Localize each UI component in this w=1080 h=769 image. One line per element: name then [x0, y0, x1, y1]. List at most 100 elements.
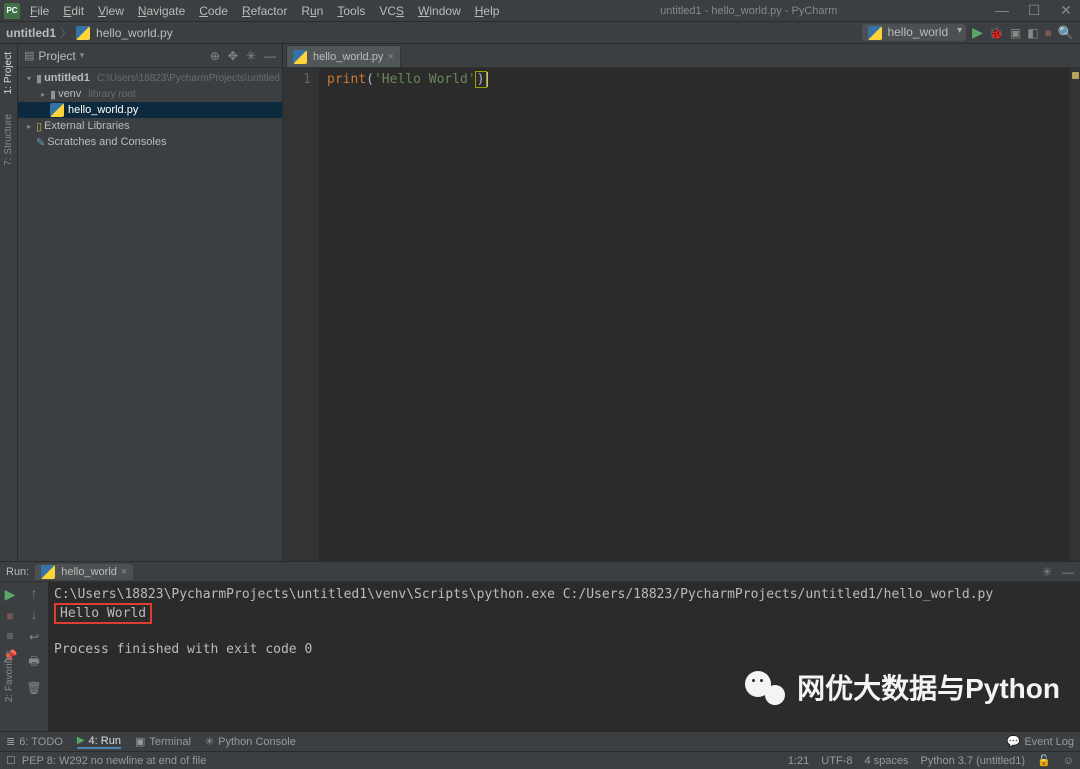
minimize-button[interactable]: —: [992, 2, 1012, 19]
hide-panel-icon[interactable]: —: [264, 49, 276, 63]
up-icon[interactable]: ↑: [31, 586, 37, 600]
tree-file-name: hello_world.py: [68, 104, 138, 116]
menu-help[interactable]: Help: [469, 2, 506, 20]
expand-arrow-icon[interactable]: ▸: [24, 122, 34, 131]
code-area[interactable]: print('Hello World'): [319, 68, 1070, 561]
menu-file[interactable]: File: [24, 2, 55, 20]
run-settings-icon[interactable]: ✳: [1042, 565, 1052, 579]
menu-view[interactable]: View: [92, 2, 130, 20]
tab-python-console[interactable]: ✳Python Console: [205, 735, 296, 749]
event-log-icon: 💬: [1007, 735, 1021, 748]
settings-icon[interactable]: ✳: [246, 49, 256, 63]
tree-scratches-label: Scratches and Consoles: [47, 136, 166, 148]
indent-setting[interactable]: 4 spaces: [864, 755, 908, 767]
menu-edit[interactable]: Edit: [57, 2, 90, 20]
status-message: PEP 8: W292 no newline at end of file: [22, 755, 206, 767]
tab-structure-vertical[interactable]: 7: Structure: [3, 114, 14, 166]
expand-all-icon[interactable]: ✥: [228, 49, 238, 63]
soft-wrap-icon[interactable]: ↩: [29, 630, 39, 644]
readonly-lock-icon[interactable]: 🔓: [1037, 754, 1051, 767]
run-config-name: hello_world: [887, 25, 948, 39]
library-icon: ▯: [36, 120, 42, 133]
project-panel-title: Project: [38, 49, 75, 63]
tree-venv-hint: library root: [88, 89, 135, 100]
run-button[interactable]: ▶: [972, 24, 983, 41]
tab-run[interactable]: ▶4: Run: [77, 735, 121, 749]
run-tool-window: Run: hello_world × ✳ — ▶ ■ ≡ 📌 ↑ ↓: [0, 561, 1080, 731]
hector-icon[interactable]: ☺: [1063, 755, 1074, 767]
expand-arrow-icon[interactable]: ▾: [24, 74, 34, 83]
text-cursor: [487, 72, 488, 87]
locate-icon[interactable]: ⊕: [210, 49, 220, 63]
run-coverage-button[interactable]: ▣: [1010, 26, 1021, 40]
status-icon[interactable]: ☐: [6, 754, 16, 767]
menu-run[interactable]: Run: [295, 2, 329, 20]
console-output: Hello World: [60, 606, 146, 621]
tab-todo[interactable]: ≣ 6: TODO: [6, 735, 63, 749]
breadcrumb: untitled1 〉 hello_world.py: [6, 24, 173, 41]
run-tab[interactable]: hello_world ×: [35, 564, 133, 580]
breadcrumb-project[interactable]: untitled1: [6, 26, 56, 40]
title-bar: PC File Edit View Navigate Code Refactor…: [0, 0, 1080, 22]
clear-icon[interactable]: 🗑: [26, 681, 41, 695]
line-number: 1: [283, 71, 311, 89]
run-tab-label: hello_world: [61, 566, 117, 578]
code-editor[interactable]: 1 print('Hello World'): [283, 68, 1080, 561]
down-icon[interactable]: ↓: [31, 608, 37, 622]
menu-refactor[interactable]: Refactor: [236, 2, 293, 20]
pycharm-icon: PC: [4, 3, 20, 19]
pyconsole-icon: ✳: [205, 735, 214, 748]
profiler-button[interactable]: ◧: [1027, 26, 1038, 40]
file-encoding[interactable]: UTF-8: [821, 755, 852, 767]
menu-navigate[interactable]: Navigate: [132, 2, 191, 20]
code-keyword: print: [327, 72, 366, 87]
tree-file-selected[interactable]: hello_world.py: [18, 102, 282, 118]
maximize-button[interactable]: ☐: [1024, 2, 1044, 19]
editor-tab-bar: hello_world.py ×: [283, 44, 1080, 68]
tree-scratches[interactable]: ▸ ✎ Scratches and Consoles: [18, 134, 282, 150]
python-file-icon: [50, 103, 64, 117]
favorites-tool-strip: 2: Favorites: [0, 621, 18, 731]
editor-tab-label: hello_world.py: [313, 51, 383, 63]
print-icon[interactable]: 🖶: [28, 652, 39, 673]
tab-project-vertical[interactable]: 1: Project: [3, 52, 14, 94]
close-tab-icon[interactable]: ×: [387, 51, 393, 63]
warning-stripe-icon[interactable]: [1072, 72, 1079, 79]
debug-button[interactable]: 🐞: [989, 26, 1004, 40]
status-bar: ☐ PEP 8: W292 no newline at end of file …: [0, 751, 1080, 769]
python-icon: [41, 565, 55, 579]
run-icon: ▶: [77, 735, 85, 746]
window-title: untitled1 - hello_world.py - PyCharm: [660, 5, 837, 17]
rerun-button[interactable]: ▶: [5, 586, 16, 603]
editor-tab[interactable]: hello_world.py ×: [286, 45, 401, 67]
event-log-button[interactable]: 💬 Event Log: [1007, 735, 1074, 748]
tree-root-path: C:\Users\18823\PycharmProjects\untitled: [97, 73, 280, 84]
expand-arrow-icon[interactable]: ▸: [38, 90, 48, 99]
search-everywhere-button[interactable]: 🔍: [1058, 25, 1074, 41]
stop-button[interactable]: ■: [1045, 26, 1052, 40]
close-run-tab-icon[interactable]: ×: [121, 566, 127, 578]
run-console[interactable]: C:\Users\18823\PycharmProjects\untitled1…: [48, 582, 1080, 731]
caret-position[interactable]: 1:21: [788, 755, 809, 767]
breadcrumb-file[interactable]: hello_world.py: [96, 26, 173, 40]
tab-todo-label: 6: TODO: [19, 736, 63, 748]
bottom-tool-tabs: ≣ 6: TODO ▶4: Run ▣Terminal ✳Python Conso…: [0, 731, 1080, 751]
todo-icon: ≣: [6, 735, 15, 748]
run-label: Run:: [6, 566, 29, 578]
menu-tools[interactable]: Tools: [331, 2, 371, 20]
tab-favorites-vertical[interactable]: 2: Favorites: [4, 650, 15, 702]
run-config-dropdown[interactable]: hello_world: [862, 24, 966, 41]
folder-icon: ▮: [50, 88, 56, 101]
tab-terminal[interactable]: ▣Terminal: [135, 735, 191, 749]
menu-code[interactable]: Code: [193, 2, 234, 20]
tree-external-libraries[interactable]: ▸ ▯ External Libraries: [18, 118, 282, 134]
run-hide-icon[interactable]: —: [1062, 565, 1074, 579]
tree-root[interactable]: ▾ ▮ untitled1 C:\Users\18823\PycharmProj…: [18, 70, 282, 86]
menu-window[interactable]: Window: [412, 2, 467, 20]
close-button[interactable]: ✕: [1056, 2, 1076, 19]
menu-vcs[interactable]: VCS: [373, 2, 410, 20]
python-interpreter[interactable]: Python 3.7 (untitled1): [920, 755, 1025, 767]
project-view-dropdown-icon[interactable]: ▾: [80, 50, 85, 61]
scratches-icon: ✎: [36, 136, 45, 149]
tree-venv[interactable]: ▸ ▮ venv library root: [18, 86, 282, 102]
